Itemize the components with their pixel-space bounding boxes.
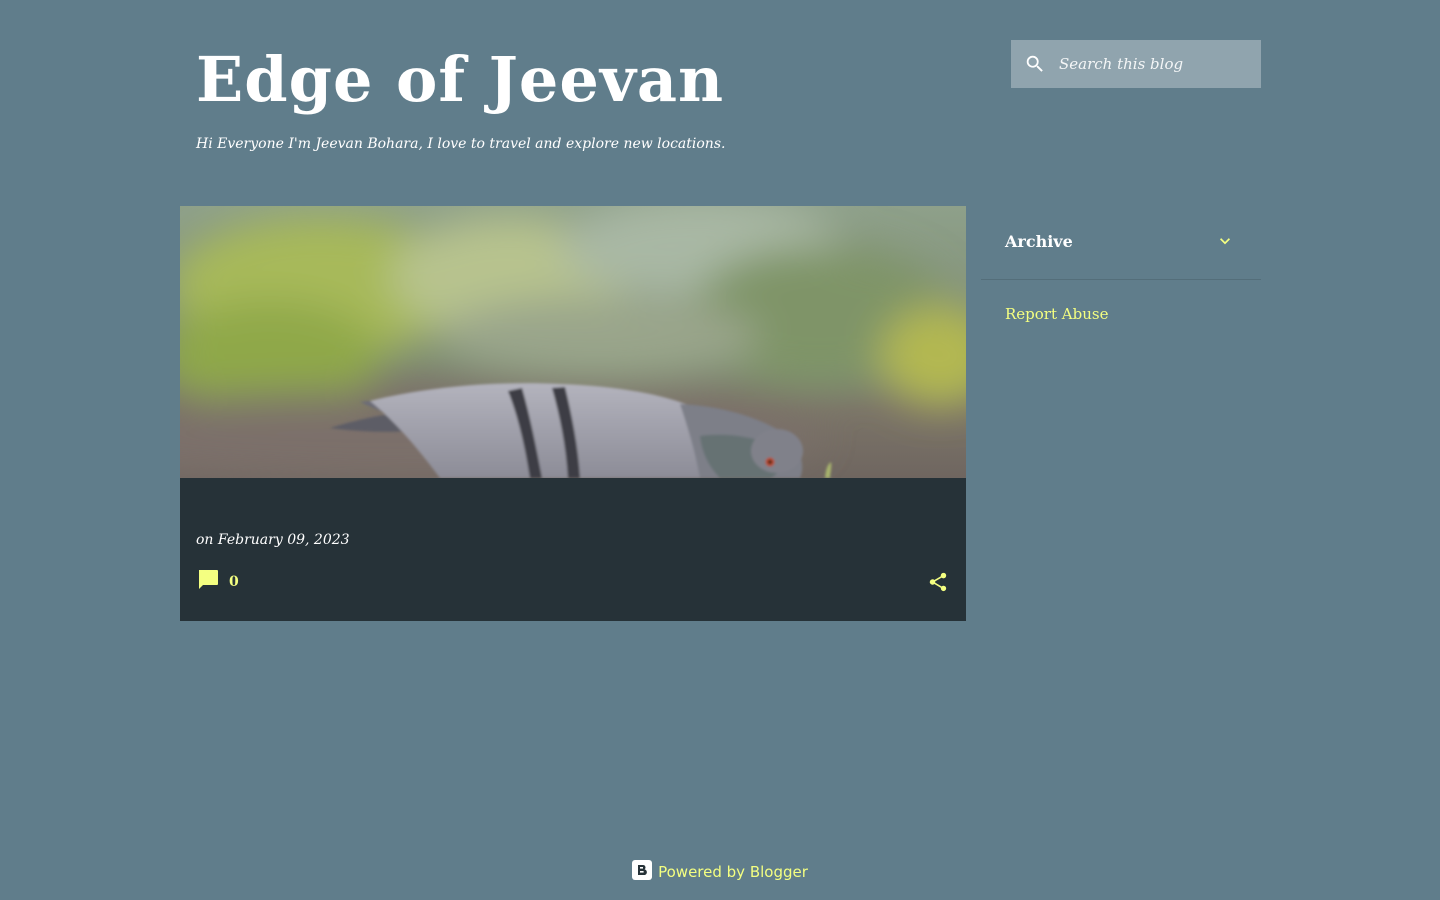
footer: Powered by Blogger [0,858,1440,886]
archive-title: Archive [1005,232,1073,251]
search-box [1011,40,1261,88]
post-card: on February 09, 2023 0 [180,206,966,621]
archive-widget-header[interactable]: Archive [981,206,1261,280]
blog-description: Hi Everyone I'm Jeevan Bohara, I love to… [196,136,726,152]
blogger-icon [632,860,653,884]
sidebar: Archive Report Abuse [981,206,1261,323]
report-abuse-link[interactable]: Report Abuse [1005,305,1108,323]
comment-link[interactable]: 0 [196,568,239,596]
powered-by-text: Powered by Blogger [658,863,808,881]
share-icon[interactable] [924,568,952,596]
blog-title[interactable]: Edge of Jeevan [196,40,724,120]
search-icon[interactable] [1011,40,1059,88]
chevron-down-icon[interactable] [1215,231,1235,251]
comment-icon [196,568,220,596]
comment-count: 0 [229,574,239,590]
powered-by-blogger-link[interactable]: Powered by Blogger [632,860,808,884]
search-input[interactable] [1059,40,1261,88]
post-date: on February 09, 2023 [196,532,350,548]
post-image[interactable] [180,206,966,478]
blog-page: Edge of Jeevan Hi Everyone I'm Jeevan Bo… [0,0,1440,900]
